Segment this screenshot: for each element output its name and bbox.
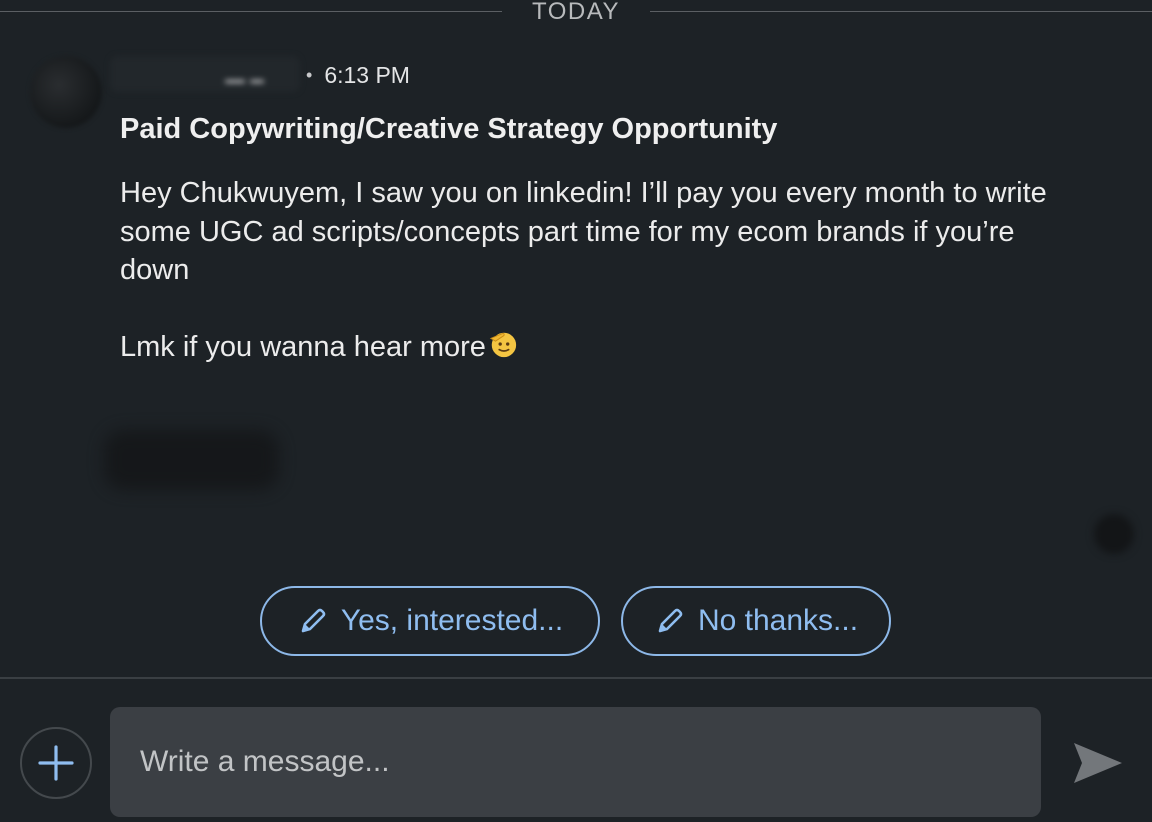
saluting-face-emoji-icon: [489, 332, 517, 357]
redacted-area: [1094, 514, 1134, 554]
divider-line: [0, 11, 502, 12]
add-attachment-button[interactable]: [20, 727, 92, 799]
divider-line: [650, 11, 1152, 12]
separator-dot: •: [306, 65, 313, 85]
redacted-area: [104, 430, 279, 490]
quick-reply-label: Yes, interested...: [340, 604, 564, 637]
quick-reply-label: No thanks...: [697, 604, 859, 637]
message-meta: • 6:13 PM: [306, 62, 410, 89]
sender-name-redacted[interactable]: [110, 56, 300, 92]
composer-divider: [0, 677, 1152, 679]
messaging-thread: TODAY • 6:13 PM Paid Copywriting/Creativ…: [0, 0, 1152, 822]
redacted-mark: [225, 80, 245, 83]
pencil-icon: [301, 608, 326, 633]
plus-icon: [38, 745, 74, 781]
message-input[interactable]: [110, 707, 1041, 817]
send-icon: [1074, 743, 1122, 783]
message-subject: Paid Copywriting/Creative Strategy Oppor…: [120, 113, 778, 145]
message-paragraph: Hey Chukwuyem, I saw you on linkedin! I’…: [120, 177, 1047, 286]
quick-reply-yes-button[interactable]: Yes, interested...: [260, 586, 600, 656]
quick-reply-no-button[interactable]: No thanks...: [621, 586, 891, 656]
message-timestamp: 6:13 PM: [324, 62, 410, 88]
day-divider-label: TODAY: [532, 0, 620, 25]
message-body: Hey Chukwuyem, I saw you on linkedin! I’…: [120, 174, 1050, 366]
redacted-mark: [250, 80, 264, 83]
message-paragraph: Lmk if you wanna hear more: [120, 330, 486, 363]
send-button[interactable]: [1070, 737, 1126, 789]
pencil-icon: [658, 608, 683, 633]
message-paragraph-with-emoji: Lmk if you wanna hear more: [120, 328, 1050, 367]
sender-avatar[interactable]: [30, 56, 102, 128]
day-divider: TODAY: [0, 0, 1152, 26]
